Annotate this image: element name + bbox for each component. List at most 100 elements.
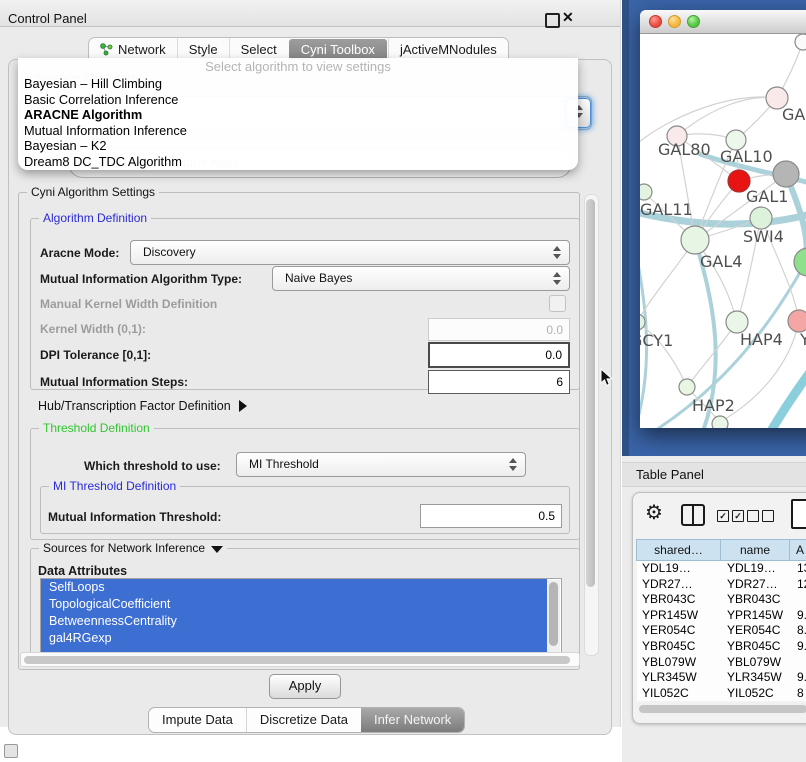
network-canvas[interactable]: GAL GAL80 GAL10 GAL1 GAL11 SWI4 GAL4 GCY… bbox=[640, 34, 806, 428]
dropdown-item-selected[interactable]: ARACNE Algorithm bbox=[18, 107, 578, 123]
which-threshold-select[interactable]: MI Threshold bbox=[236, 452, 526, 477]
svg-text:GAL10: GAL10 bbox=[720, 147, 773, 166]
node-swi4[interactable] bbox=[750, 207, 772, 229]
svg-text:GAL11: GAL11 bbox=[640, 200, 693, 219]
column-header-shared-name[interactable]: shared… bbox=[636, 539, 721, 561]
control-panel-titlebar: Control Panel ✕ bbox=[0, 0, 620, 27]
svg-text:GAL4: GAL4 bbox=[700, 252, 742, 271]
tab-cyni-toolbox[interactable]: Cyni Toolbox bbox=[289, 39, 387, 60]
svg-text:GCY1: GCY1 bbox=[640, 331, 673, 350]
mouse-cursor bbox=[600, 368, 614, 387]
stepper-arrows-icon bbox=[553, 246, 562, 259]
aracne-mode-label: Aracne Mode: bbox=[40, 246, 119, 260]
tab-infer-network[interactable]: Infer Network bbox=[361, 708, 464, 732]
network-window-titlebar bbox=[640, 10, 806, 34]
scrollbar-thumb[interactable] bbox=[586, 199, 595, 587]
node-gal4[interactable] bbox=[681, 226, 709, 254]
table-row[interactable]: YIL052CYIL052C8 bbox=[637, 686, 806, 702]
list-item[interactable]: TopologicalCoefficient bbox=[41, 596, 547, 613]
node-hap2[interactable] bbox=[679, 379, 695, 395]
node[interactable] bbox=[795, 34, 806, 50]
table-row[interactable]: YDL19…YDL19…13 bbox=[637, 561, 806, 577]
network-icon bbox=[100, 43, 113, 56]
list-item[interactable]: SelfLoops bbox=[41, 579, 547, 596]
dpi-tolerance-input[interactable] bbox=[428, 342, 570, 368]
manual-kernel-label: Manual Kernel Width Definition bbox=[40, 297, 217, 311]
close-window-icon[interactable] bbox=[649, 15, 662, 28]
gear-icon[interactable]: ⚙ bbox=[645, 500, 663, 525]
table-body: YDL19…YDL19…13 YDR27…YDR27…12 YBR043CYBR… bbox=[637, 561, 806, 701]
frame-shade bbox=[622, 0, 629, 456]
settings-vertical-scrollbar[interactable] bbox=[584, 194, 599, 656]
scrollbar-thumb[interactable] bbox=[24, 656, 570, 664]
table-row[interactable]: YBR045CYBR045C9. bbox=[637, 639, 806, 655]
node-salmon[interactable] bbox=[788, 310, 806, 332]
dpi-tolerance-label: DPI Tolerance [0,1]: bbox=[40, 348, 151, 362]
kernel-width-label: Kernel Width (0,1): bbox=[40, 322, 146, 336]
kernel-width-input[interactable] bbox=[428, 318, 570, 341]
table-horizontal-scrollbar[interactable] bbox=[637, 703, 806, 714]
panel-grip-icon[interactable] bbox=[4, 744, 18, 758]
export-table-icon[interactable] bbox=[791, 499, 806, 529]
list-item[interactable]: BetweennessCentrality bbox=[41, 613, 547, 630]
apply-button[interactable]: Apply bbox=[269, 674, 341, 699]
tab-impute-data[interactable]: Impute Data bbox=[149, 708, 246, 732]
which-threshold-label: Which threshold to use: bbox=[84, 459, 221, 473]
mi-threshold-group-title: MI Threshold Definition bbox=[49, 479, 180, 493]
table-row[interactable]: YLR345WYLR345W9. bbox=[637, 670, 806, 686]
node[interactable] bbox=[712, 416, 728, 428]
deselect-all-icon[interactable] bbox=[747, 510, 774, 522]
list-scrollbar[interactable] bbox=[547, 580, 560, 652]
dropdown-item[interactable]: Mutual Information Inference bbox=[18, 123, 578, 139]
table-panel-title: Table Panel bbox=[636, 467, 704, 482]
list-item[interactable]: gal4RGexp bbox=[41, 630, 547, 647]
mi-steps-label: Mutual Information Steps: bbox=[40, 375, 188, 389]
svg-text:SWI4: SWI4 bbox=[743, 227, 784, 246]
manual-kernel-checkbox[interactable] bbox=[549, 295, 566, 312]
table-row[interactable]: YPR145WYPR145W9. bbox=[637, 608, 806, 624]
mi-threshold-label: Mutual Information Threshold: bbox=[48, 510, 221, 524]
minimize-window-icon[interactable] bbox=[668, 15, 681, 28]
network-view-frame: GAL GAL80 GAL10 GAL1 GAL11 SWI4 GAL4 GCY… bbox=[622, 0, 806, 456]
stepper-arrows-icon bbox=[553, 272, 562, 285]
table-row[interactable]: YER054CYER054C8. bbox=[637, 623, 806, 639]
hub-definition-toggle[interactable]: Hub/Transcription Factor Definition bbox=[38, 399, 247, 413]
table-row[interactable]: YBL079WYBL079W bbox=[637, 655, 806, 671]
dropdown-item[interactable]: Bayesian – K2 bbox=[18, 138, 578, 154]
network-window[interactable]: GAL GAL80 GAL10 GAL1 GAL11 SWI4 GAL4 GCY… bbox=[640, 10, 806, 428]
column-header-name[interactable]: name bbox=[720, 539, 790, 561]
column-header-third[interactable]: A bbox=[789, 539, 806, 561]
table-panel-section: Table Panel ⚙ ✓✓ shared… name A YDL19…YD… bbox=[622, 456, 806, 762]
table-row[interactable]: YDR27…YDR27…12 bbox=[637, 577, 806, 593]
svg-text:HAP4: HAP4 bbox=[740, 330, 783, 349]
algorithm-dropdown-list: Select algorithm to view settings Bayesi… bbox=[18, 58, 578, 170]
svg-text:GAL80: GAL80 bbox=[658, 140, 711, 159]
mi-type-select[interactable]: Naive Bayes bbox=[272, 266, 570, 291]
tab-discretize-data[interactable]: Discretize Data bbox=[246, 708, 361, 732]
scrollbar-thumb[interactable] bbox=[639, 705, 806, 713]
sources-group-title[interactable]: Sources for Network Inference bbox=[39, 541, 227, 555]
settings-group-title: Cyni Algorithm Settings bbox=[27, 185, 159, 199]
svg-text:GAL1: GAL1 bbox=[746, 187, 788, 206]
settings-horizontal-scrollbar[interactable] bbox=[20, 652, 580, 667]
stepper-arrows-icon bbox=[509, 458, 518, 471]
mi-steps-input[interactable] bbox=[428, 370, 570, 394]
close-panel-button[interactable]: ✕ bbox=[562, 9, 574, 26]
float-panel-button[interactable] bbox=[545, 13, 560, 28]
node-gray[interactable] bbox=[773, 161, 799, 187]
aracne-mode-select[interactable]: Discovery bbox=[130, 240, 570, 265]
mi-threshold-input[interactable] bbox=[420, 504, 562, 528]
split-columns-icon[interactable] bbox=[681, 504, 705, 526]
dropdown-item[interactable]: Basic Correlation Inference bbox=[18, 92, 578, 108]
table-panel-card: ⚙ ✓✓ shared… name A YDL19…YDL19…13 YDR27… bbox=[632, 492, 806, 724]
node-bright-green[interactable] bbox=[794, 248, 806, 276]
table-row[interactable]: YBR043CYBR043C bbox=[637, 592, 806, 608]
threshold-definition-title: Threshold Definition bbox=[39, 421, 154, 435]
zoom-window-icon[interactable] bbox=[687, 15, 700, 28]
dropdown-item[interactable]: Dream8 DC_TDC Algorithm bbox=[18, 154, 578, 170]
node-gal11[interactable] bbox=[640, 184, 652, 200]
select-all-icon[interactable]: ✓✓ bbox=[717, 510, 744, 522]
collapsed-caret-icon bbox=[239, 400, 247, 412]
dropdown-item[interactable]: Bayesian – Hill Climbing bbox=[18, 76, 578, 92]
svg-text:Y: Y bbox=[799, 330, 806, 349]
